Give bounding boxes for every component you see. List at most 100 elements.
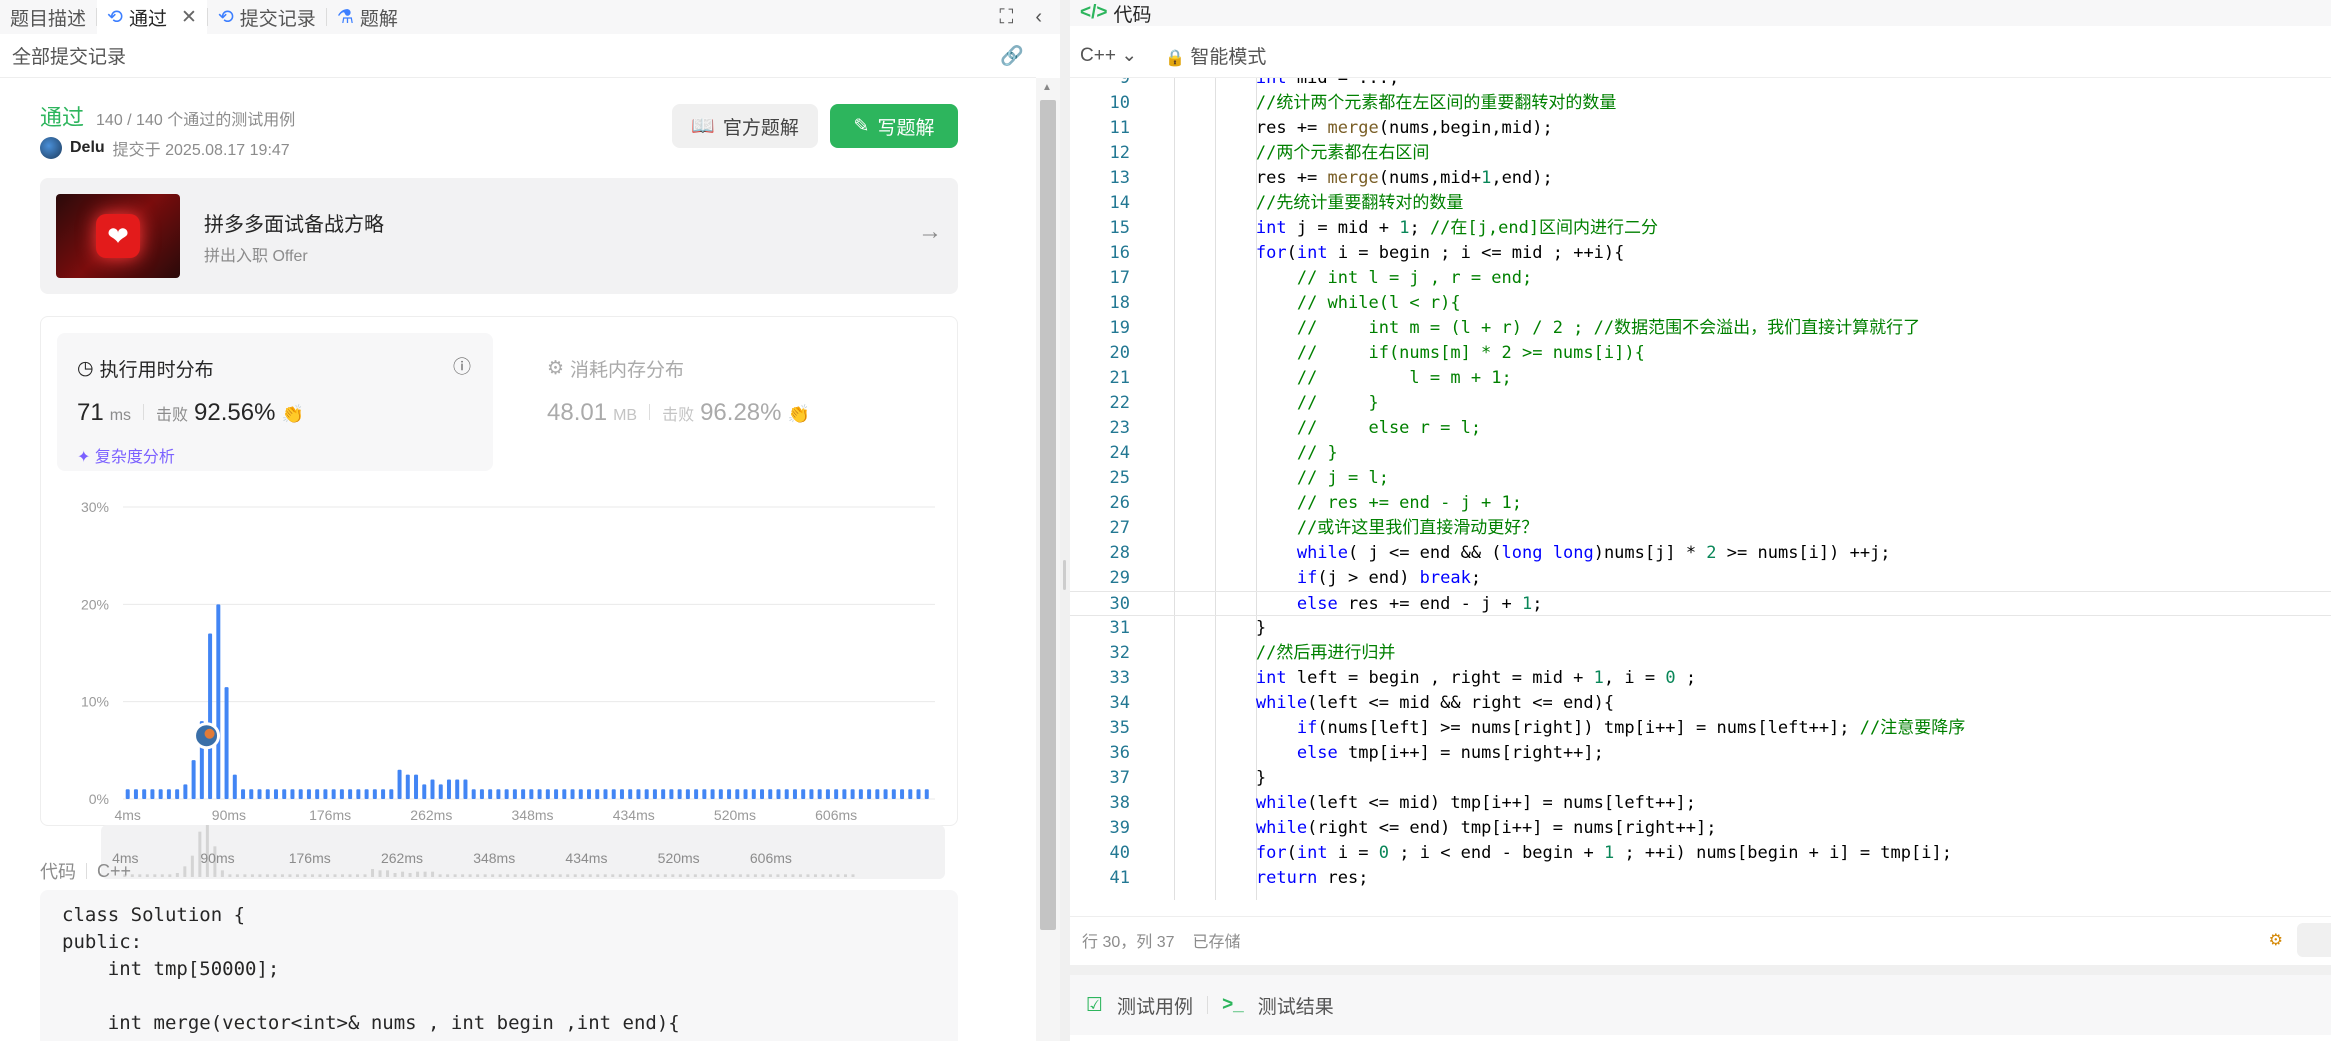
runtime-title-text: 执行用时分布 [99, 360, 214, 381]
editor-line[interactable]: 36 else tmp[i++] = nums[right++]; [1070, 741, 2331, 766]
bar [455, 779, 460, 799]
bar [644, 789, 649, 799]
terminal-icon: >_ [1222, 994, 1244, 1015]
mini-bar [566, 874, 570, 877]
mini-bar [243, 874, 247, 877]
bar [216, 604, 221, 799]
panel-splitter[interactable] [1060, 0, 1070, 1041]
tab-test-result[interactable]: 测试结果 [1258, 992, 1334, 1019]
avatar[interactable] [40, 137, 62, 159]
run-button[interactable] [2297, 922, 2331, 957]
beat-label: 击败 [662, 407, 695, 424]
editor-line[interactable]: 40 for(int i = 0 ; i < end - begin + 1 ;… [1070, 841, 2331, 866]
memory-title: ⚙ 消耗内存分布 [547, 355, 684, 382]
editor-line[interactable]: 18 // while(l < r){ [1070, 291, 2331, 316]
smart-mode[interactable]: 🔒 智能模式 [1165, 42, 1266, 69]
debug-icon[interactable]: ⚙ [2269, 930, 2283, 950]
scroll-up-icon[interactable]: ▲ [1042, 82, 1052, 93]
all-submissions-link[interactable]: 全部提交记录 [12, 42, 126, 69]
link-icon[interactable]: 🔗 [1000, 44, 1024, 68]
line-number: 34 [1109, 693, 1130, 713]
editor-line[interactable]: 28 while( j <= end && (long long)nums[j]… [1070, 541, 2331, 566]
tab-description[interactable]: 题目描述 [0, 0, 96, 34]
editor-line[interactable]: 31 } [1070, 616, 2331, 641]
editor-line[interactable]: 32 //然后再进行归并 [1070, 641, 2331, 666]
editor-line[interactable]: 17 // int l = j , r = end; [1070, 266, 2331, 291]
bar [158, 789, 163, 799]
code-text: // else r = l; [1296, 418, 1482, 438]
fullscreen-icon[interactable]: ⛶ [999, 6, 1013, 29]
code-editor[interactable]: 9 int mid = ...; 10 //统计两个元素都在左区间的重要翻转对的数… [1070, 78, 2331, 900]
editor-line[interactable]: 35 if(nums[left] >= nums[right]) tmp[i++… [1070, 716, 2331, 741]
editor-line[interactable]: 19 // int m = (l + r) / 2 ; //数据范围不会溢出，我… [1070, 316, 2331, 341]
tab-code[interactable]: 代码 [1113, 0, 1151, 27]
line-number: 39 [1109, 818, 1130, 838]
editor-line[interactable]: 24 // } [1070, 441, 2331, 466]
info-icon[interactable]: ⓘ [453, 353, 471, 379]
editor-line[interactable]: 26 // res += end - j + 1; [1070, 491, 2331, 516]
code-lang: C++ [97, 860, 132, 881]
tab-submissions[interactable]: ⟲ 提交记录 [208, 0, 326, 34]
editor-line[interactable]: 11 res += merge(nums,begin,mid); [1070, 116, 2331, 141]
code-text: // if(nums[m] * 2 >= nums[i]){ [1296, 343, 1645, 363]
memory-box[interactable]: ⚙ 消耗内存分布 48.01 MB 击败 96.28% 👏 [527, 333, 927, 471]
editor-line[interactable]: 33 int left = begin , right = mid + 1, i… [1070, 666, 2331, 691]
bar [504, 789, 509, 799]
editor-line[interactable]: 37 } [1070, 766, 2331, 791]
editor-status-bar: 行 30，列 37 已存储 ⚙ [1070, 916, 2331, 962]
divider [143, 404, 145, 420]
language-select[interactable]: C++ ⌄ [1080, 44, 1137, 67]
editor-line[interactable]: 10 //统计两个元素都在左区间的重要翻转对的数量 [1070, 91, 2331, 116]
bar [554, 789, 559, 799]
editor-line[interactable]: 21 // l = m + 1; [1070, 366, 2331, 391]
editor-line[interactable]: 12 //两个元素都在右区间 [1070, 141, 2331, 166]
editor-line[interactable]: 15 int j = mid + 1; //在[j,end]区间内进行二分 [1070, 216, 2331, 241]
mini-bar [318, 874, 322, 877]
editor-line[interactable]: 22 // } [1070, 391, 2331, 416]
code-text: // j = l; [1296, 468, 1389, 488]
editor-line[interactable]: 16 for(int i = begin ; i <= mid ; ++i){ [1070, 241, 2331, 266]
code-text: //先统计重要翻转对的数量 [1255, 193, 1464, 213]
editor-line[interactable]: 9 int mid = ...; [1070, 78, 2331, 91]
editor-line[interactable]: 34 while(left <= mid && right <= end){ [1070, 691, 2331, 716]
bar [372, 789, 377, 799]
code-text: res += merge(nums,begin,mid); [1174, 118, 1553, 138]
editor-line[interactable]: 39 while(right <= end) tmp[i++] = nums[r… [1070, 816, 2331, 841]
result-status: 通过 [40, 105, 85, 130]
close-icon[interactable]: ✕ [181, 6, 197, 29]
line-number: 16 [1109, 243, 1130, 263]
username[interactable]: Delu [70, 139, 105, 157]
runtime-title: ◷ 执行用时分布 [77, 355, 214, 382]
mini-bar [130, 874, 134, 877]
mini-bar [663, 874, 667, 877]
bar [751, 789, 756, 799]
editor-line[interactable]: 20 // if(nums[m] * 2 >= nums[i]){ [1070, 341, 2331, 366]
collapse-icon[interactable]: ‹ [1035, 6, 1042, 29]
runtime-distribution-chart[interactable]: 30% 20% 10% 0% 4ms 90ms 176ms 262ms 348ms 434ms 52… [51, 487, 951, 823]
complexity-analysis-link[interactable]: ✦ 复杂度分析 [77, 443, 175, 467]
editor-line[interactable]: 30 else res += end - j + 1; [1070, 591, 2331, 616]
chart-range-slider[interactable]: 4ms 90ms 176ms 262ms 348ms 434ms 520ms 606ms [101, 825, 945, 879]
editor-line[interactable]: 41 return res; [1070, 866, 2331, 891]
bar [512, 789, 517, 799]
editor-line[interactable]: 13 res += merge(nums,mid+1,end); [1070, 166, 2331, 191]
editor-line[interactable]: 23 // else r = l; [1070, 416, 2331, 441]
splitter-grip[interactable] [1063, 560, 1066, 590]
scroll-thumb[interactable] [1040, 100, 1056, 930]
promo-banner[interactable]: ❤ 拼多多面试备战方略 拼出入职 Offer → [40, 178, 958, 294]
editor-line[interactable]: 27 //或许这里我们直接滑动更好？ [1070, 516, 2331, 541]
editor-line[interactable]: 14 //先统计重要翻转对的数量 [1070, 191, 2331, 216]
mini-bar [423, 871, 427, 877]
official-solution-button[interactable]: 📖 官方题解 [672, 104, 818, 148]
runtime-box[interactable]: ◷ 执行用时分布 ⓘ 71 ms 击败 92.56% 👏 ✦ 复杂度分析 [57, 333, 493, 471]
tab-solutions[interactable]: ⚗ 题解 [327, 0, 408, 34]
tab-accepted[interactable]: ⟲ 通过 ✕ [97, 0, 207, 34]
editor-line[interactable]: 38 while(left <= mid) tmp[i++] = nums[le… [1070, 791, 2331, 816]
editor-line[interactable]: 25 // j = l; [1070, 466, 2331, 491]
bar [891, 789, 896, 799]
mini-bar [693, 874, 697, 877]
tab-testcase[interactable]: 测试用例 [1117, 992, 1193, 1019]
editor-line[interactable]: 29 if(j > end) break; [1070, 566, 2331, 591]
write-solution-button[interactable]: ✎ 写题解 [830, 104, 958, 148]
scrollbar[interactable]: ▲ [1036, 78, 1060, 1041]
